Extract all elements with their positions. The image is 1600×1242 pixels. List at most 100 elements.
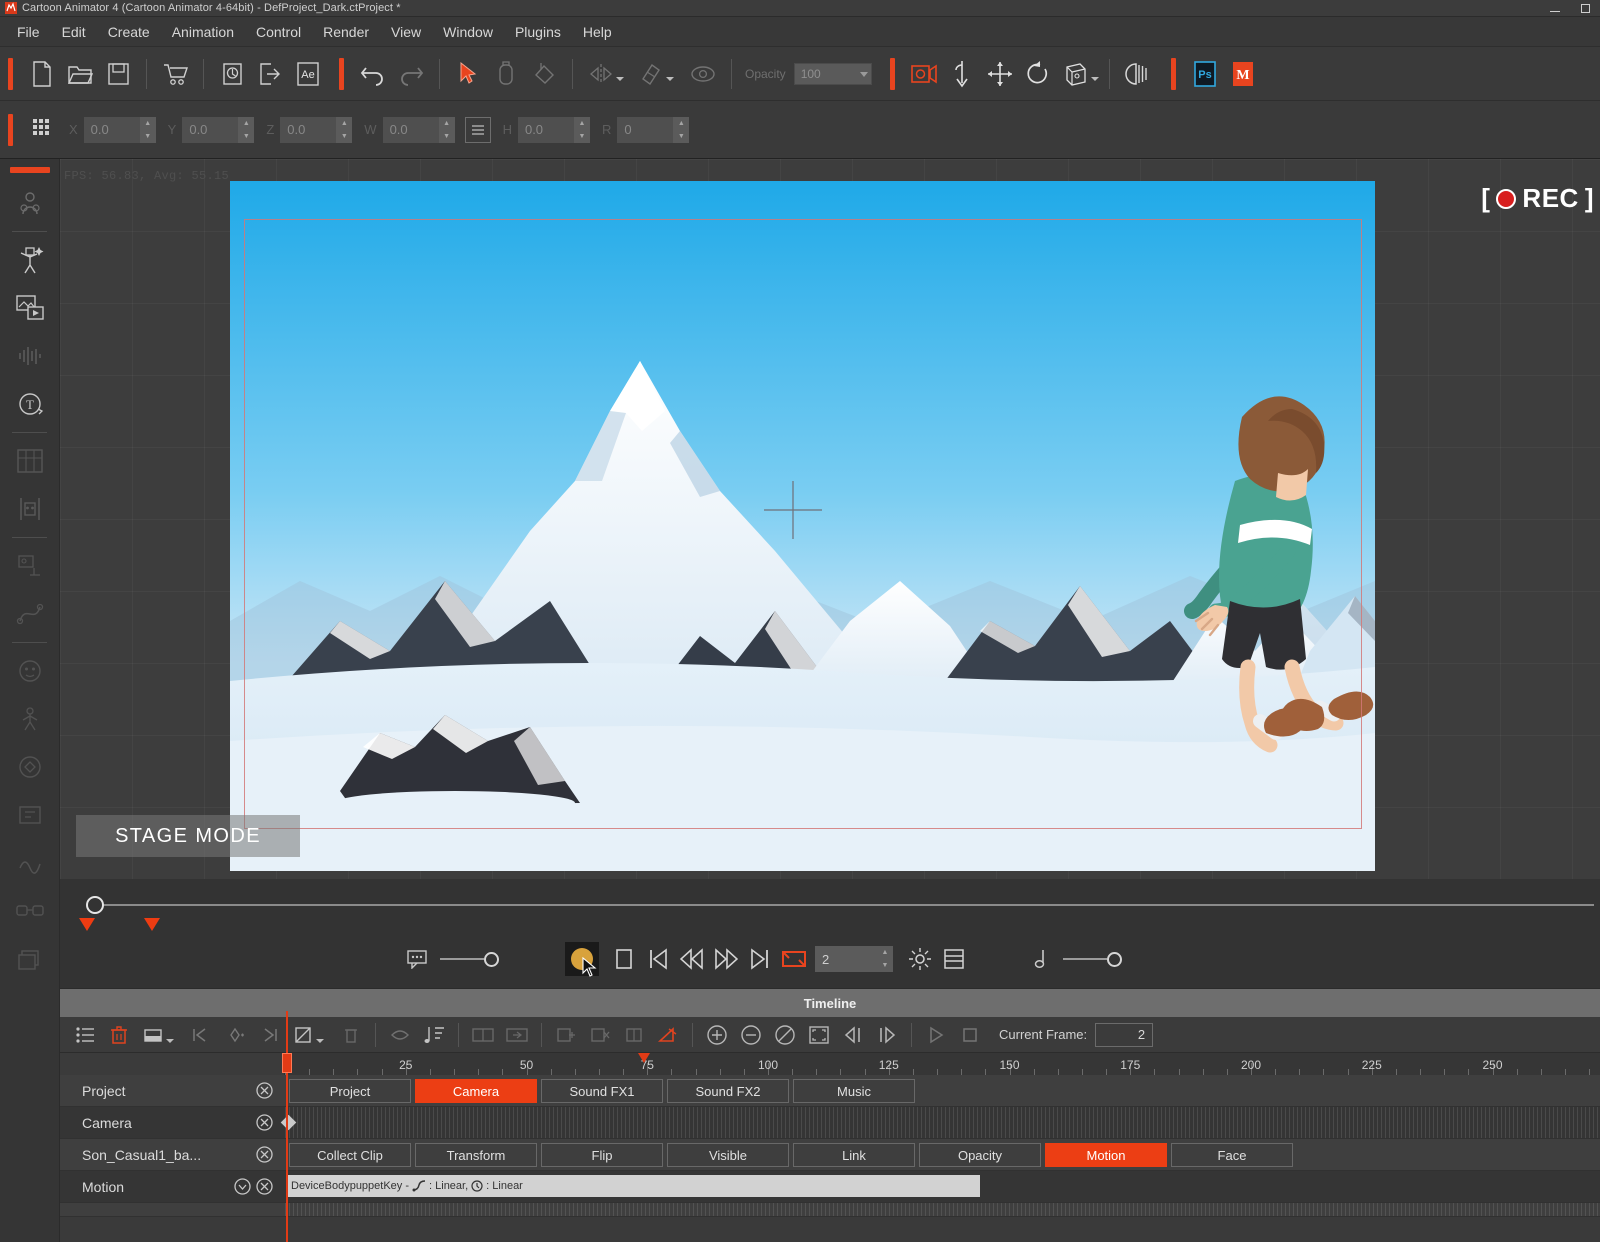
loop-count-spinner[interactable]: ▲▼ bbox=[877, 946, 893, 972]
track-body-project[interactable]: Project Camera Sound FX1 Sound FX2 Music bbox=[285, 1075, 1600, 1106]
menu-create[interactable]: Create bbox=[97, 20, 161, 44]
audio-volume-slider[interactable] bbox=[1063, 952, 1122, 967]
timeline-ruler[interactable]: 255075100125150175200225250 bbox=[285, 1053, 1600, 1075]
clip-link[interactable]: Link bbox=[793, 1143, 915, 1167]
rotate-icon[interactable] bbox=[1019, 54, 1057, 94]
sidebar-item-create-actor[interactable] bbox=[0, 236, 59, 284]
edit-key-icon[interactable] bbox=[286, 1020, 320, 1050]
eraser-icon[interactable] bbox=[632, 54, 670, 94]
add-key-icon[interactable] bbox=[218, 1020, 252, 1050]
minimize-icon[interactable] bbox=[1540, 0, 1570, 17]
range-start-marker[interactable] bbox=[79, 918, 95, 931]
clip-visible[interactable]: Visible bbox=[667, 1143, 789, 1167]
track-body-son-casual1[interactable]: Collect Clip Transform Flip Visible Link… bbox=[285, 1139, 1600, 1170]
spinner-h[interactable]: ▲▼ bbox=[574, 117, 590, 143]
transform-x-input[interactable]: 0.0 ▲▼ bbox=[84, 117, 156, 143]
menu-plugins[interactable]: Plugins bbox=[504, 20, 572, 44]
clip-collect-clip[interactable]: Collect Clip bbox=[289, 1143, 411, 1167]
playhead[interactable] bbox=[286, 1011, 288, 1242]
spinner-w[interactable]: ▲▼ bbox=[439, 117, 455, 143]
stop-range-icon[interactable] bbox=[953, 1020, 987, 1050]
zoom-reset-icon[interactable] bbox=[768, 1020, 802, 1050]
clip-sound-fx1[interactable]: Sound FX1 bbox=[541, 1079, 663, 1103]
sidebar-item-motion-key[interactable] bbox=[0, 743, 59, 791]
sidebar-item-media[interactable] bbox=[0, 284, 59, 332]
audio-note-icon[interactable] bbox=[1023, 942, 1057, 976]
table-row[interactable] bbox=[60, 1203, 1600, 1217]
stop-icon[interactable] bbox=[607, 942, 641, 976]
delete-track-icon[interactable] bbox=[102, 1020, 136, 1050]
insert-frame-icon[interactable] bbox=[549, 1020, 583, 1050]
zoom-out-icon[interactable] bbox=[734, 1020, 768, 1050]
clip-music[interactable]: Music bbox=[793, 1079, 915, 1103]
transform-r-input[interactable]: 0 ▲▼ bbox=[617, 117, 689, 143]
redo-icon[interactable] bbox=[392, 54, 430, 94]
timeline-scrub-bar[interactable] bbox=[60, 879, 1600, 935]
expand-track-icon[interactable] bbox=[234, 1178, 251, 1198]
close-track-icon[interactable] bbox=[256, 1114, 273, 1134]
chevron-down-icon[interactable] bbox=[616, 77, 624, 81]
undo-icon[interactable] bbox=[354, 54, 392, 94]
sidebar-item-face-puppet[interactable] bbox=[0, 647, 59, 695]
mirror-icon[interactable] bbox=[582, 54, 620, 94]
pivot-icon[interactable] bbox=[943, 54, 981, 94]
realtime-preview-icon[interactable] bbox=[903, 942, 937, 976]
track-name-son-casual1[interactable]: Son_Casual1_ba... bbox=[60, 1139, 285, 1170]
mark-in-icon[interactable] bbox=[836, 1020, 870, 1050]
menu-animation[interactable]: Animation bbox=[161, 20, 245, 44]
menu-view[interactable]: View bbox=[380, 20, 432, 44]
render-record-icon[interactable] bbox=[905, 54, 943, 94]
menu-control[interactable]: Control bbox=[245, 20, 312, 44]
lock-aspect-icon[interactable] bbox=[465, 117, 491, 143]
table-row[interactable]: Motion DeviceBodypuppetKey - : Linear, :… bbox=[60, 1171, 1600, 1203]
slider-handle[interactable] bbox=[484, 952, 499, 967]
chevron-down-icon[interactable] bbox=[316, 1039, 324, 1043]
step-forward-icon[interactable] bbox=[709, 942, 743, 976]
chevron-down-icon[interactable] bbox=[860, 72, 868, 77]
loop-clip-icon[interactable] bbox=[383, 1020, 417, 1050]
onion-skin-icon[interactable] bbox=[1119, 54, 1157, 94]
sidebar-item-audio-wave[interactable] bbox=[0, 332, 59, 380]
split-clip-icon[interactable] bbox=[466, 1020, 500, 1050]
camera-pivot-crosshair-icon[interactable] bbox=[764, 481, 822, 539]
prev-key-icon[interactable] bbox=[184, 1020, 218, 1050]
menu-render[interactable]: Render bbox=[312, 20, 380, 44]
slider-handle[interactable] bbox=[1107, 952, 1122, 967]
clip-sound-fx2[interactable]: Sound FX2 bbox=[667, 1079, 789, 1103]
fit-icon[interactable] bbox=[802, 1020, 836, 1050]
clip-flip[interactable]: Flip bbox=[541, 1143, 663, 1167]
menu-edit[interactable]: Edit bbox=[51, 20, 97, 44]
transform-y-input[interactable]: 0.0 ▲▼ bbox=[182, 117, 254, 143]
delete-frame-icon[interactable] bbox=[583, 1020, 617, 1050]
close-track-icon[interactable] bbox=[256, 1146, 273, 1166]
sidebar-item-scene-panel[interactable] bbox=[0, 437, 59, 485]
zoom-in-icon[interactable] bbox=[700, 1020, 734, 1050]
content-store-icon[interactable] bbox=[156, 54, 194, 94]
close-track-icon[interactable] bbox=[256, 1082, 273, 1102]
paste-icon[interactable] bbox=[487, 54, 525, 94]
spinner-z[interactable]: ▲▼ bbox=[336, 117, 352, 143]
track-name-motion[interactable]: Motion bbox=[60, 1171, 285, 1202]
loop-count-input[interactable]: 2 ▲▼ bbox=[815, 946, 893, 972]
collect-clip-icon[interactable] bbox=[617, 1020, 651, 1050]
move-icon[interactable] bbox=[981, 54, 1019, 94]
opacity-input[interactable]: 100 bbox=[794, 63, 872, 85]
transition-curve-icon[interactable] bbox=[651, 1020, 685, 1050]
subtitle-bubble-icon[interactable] bbox=[400, 942, 434, 976]
table-row[interactable]: Son_Casual1_ba... Collect Clip Transform… bbox=[60, 1139, 1600, 1171]
chevron-down-icon[interactable] bbox=[166, 1039, 174, 1043]
maximize-icon[interactable] bbox=[1570, 0, 1600, 17]
delete-key-icon[interactable] bbox=[334, 1020, 368, 1050]
clip-camera[interactable]: Camera bbox=[415, 1079, 537, 1103]
sidebar-item-elastic-motion[interactable] bbox=[0, 839, 59, 887]
spinner-r[interactable]: ▲▼ bbox=[673, 117, 689, 143]
motion-live-icon[interactable]: M bbox=[1224, 54, 1262, 94]
clip-motion[interactable]: Motion bbox=[1045, 1143, 1167, 1167]
close-track-icon[interactable] bbox=[256, 1178, 273, 1198]
fill-icon[interactable] bbox=[525, 54, 563, 94]
table-row[interactable]: Project Project Camera Sound FX1 Sound F… bbox=[60, 1075, 1600, 1107]
track-body-motion[interactable]: DeviceBodypuppetKey - : Linear, : Linear bbox=[285, 1171, 1600, 1202]
transform-z-input[interactable]: 0.0 ▲▼ bbox=[280, 117, 352, 143]
sidebar-item-glasses[interactable] bbox=[0, 887, 59, 935]
slider-track[interactable] bbox=[440, 958, 484, 960]
